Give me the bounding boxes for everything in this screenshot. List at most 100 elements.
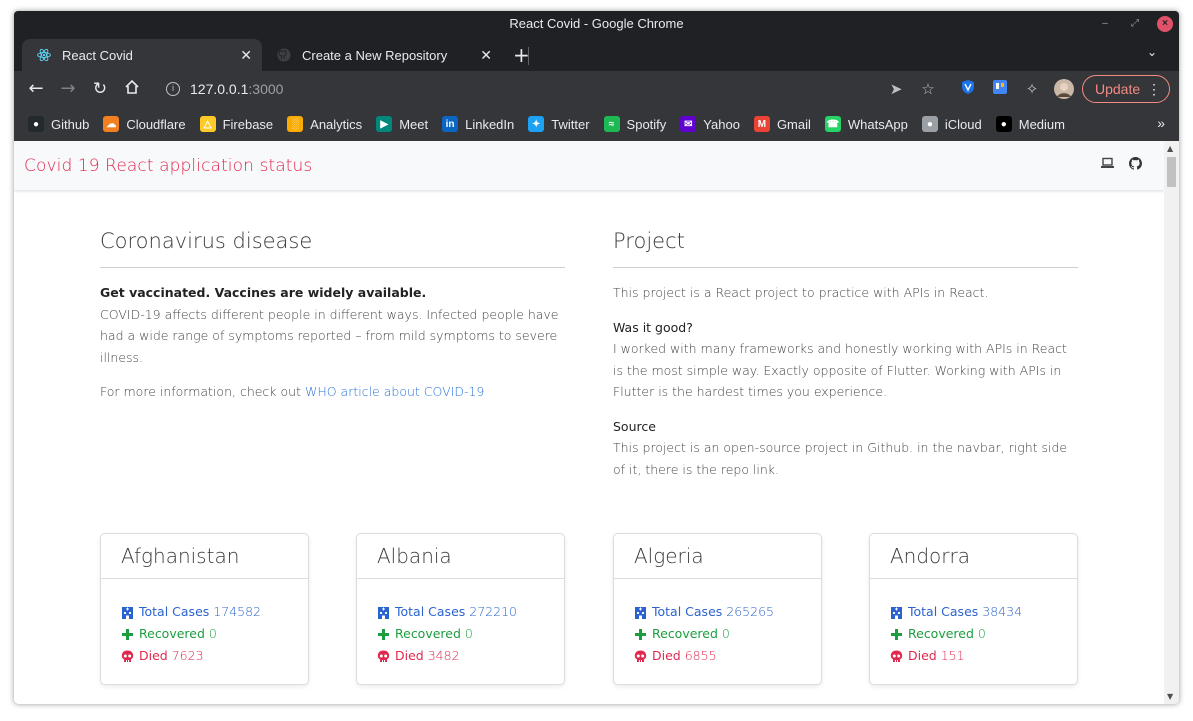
- title-bar: React Covid - Google Chrome – ⤢ ×: [14, 11, 1179, 37]
- hospital-icon: [377, 606, 390, 619]
- browser-toolbar: ← → ↻ i 127.0.0.1:3000 ➤ ☆ ✧ Update ⋮: [14, 71, 1179, 107]
- close-tab-icon[interactable]: ✕: [480, 47, 492, 64]
- covid-section: Coronavirus disease Get vaccinated. Vacc…: [100, 229, 565, 403]
- medium-icon: ●: [995, 116, 1012, 132]
- laptop-icon[interactable]: [1100, 157, 1114, 171]
- reload-icon[interactable]: ↻: [90, 79, 110, 99]
- yahoo-icon: ✉: [680, 116, 697, 132]
- update-button[interactable]: Update ⋮: [1082, 75, 1170, 103]
- avatar[interactable]: [1054, 79, 1074, 99]
- bookmark-label: Github: [51, 116, 90, 132]
- bookmark-label: Twitter: [551, 116, 590, 132]
- covid-lead: Get vaccinated. Vaccines are widely avai…: [100, 285, 427, 300]
- bookmark-cloudflare[interactable]: ☁ Cloudflare: [103, 116, 186, 132]
- new-tab-icon[interactable]: +: [513, 43, 530, 67]
- scroll-down-icon[interactable]: ▼: [1167, 692, 1173, 701]
- bookmark-meet[interactable]: ▶ Meet: [376, 116, 428, 132]
- send-icon[interactable]: ➤: [886, 79, 906, 99]
- died-row: Died 3482: [377, 645, 564, 667]
- bookmarks-bar: ● Github ☁ Cloudflare △ Firebase ░ Analytics ▶ Me…: [14, 107, 1179, 141]
- shield-extension-icon[interactable]: [958, 79, 978, 99]
- analytics-icon: ░: [287, 116, 304, 132]
- divider: [100, 267, 565, 268]
- died-label: Died: [652, 648, 681, 663]
- maximize-icon[interactable]: ⤢: [1127, 16, 1143, 32]
- bookmark-medium[interactable]: ● Medium: [995, 116, 1065, 132]
- bookmark-yahoo[interactable]: ✉ Yahoo: [680, 116, 740, 132]
- died-value: 6855: [684, 648, 717, 663]
- total-cases-label: Total Cases: [395, 604, 466, 619]
- browser-window: React Covid - Google Chrome – ⤢ × React …: [14, 11, 1179, 704]
- project-section: Project This project is a React project …: [613, 229, 1078, 480]
- firebase-icon: △: [199, 116, 216, 132]
- close-window-icon[interactable]: ×: [1157, 16, 1173, 32]
- gmail-icon: M: [753, 116, 770, 132]
- project-a1: I worked with many frameworks and honest…: [613, 341, 1067, 399]
- died-label: Died: [139, 648, 168, 663]
- bookmark-spotify[interactable]: ≈ Spotify: [603, 116, 667, 132]
- recovered-row: Recovered 0: [121, 623, 308, 645]
- covid-body: COVID-19 affects different people in dif…: [100, 306, 559, 365]
- scrollbar[interactable]: ▲ ▼: [1164, 141, 1179, 704]
- who-article-link[interactable]: WHO article about COVID-19: [305, 384, 484, 399]
- total-cases-row: Total Cases 265265: [634, 601, 821, 623]
- project-q2: Source: [613, 418, 656, 434]
- bookmark-whatsapp[interactable]: ☎ WhatsApp: [824, 116, 908, 132]
- board-extension-icon[interactable]: [990, 79, 1010, 99]
- divider: [613, 267, 1078, 268]
- menu-dots-icon[interactable]: ⋮: [1147, 76, 1161, 102]
- country-name: Algeria: [614, 534, 821, 579]
- bookmark-label: Gmail: [776, 116, 811, 132]
- bookmark-label: Firebase: [222, 116, 274, 132]
- star-icon[interactable]: ☆: [918, 79, 938, 99]
- plus-icon: [634, 628, 647, 641]
- forward-arrow-icon[interactable]: →: [58, 79, 78, 99]
- site-info-icon[interactable]: i: [166, 82, 180, 96]
- bookmark-firebase[interactable]: △ Firebase: [199, 116, 274, 132]
- chevron-down-icon[interactable]: ⌄: [1147, 45, 1157, 59]
- window-title: React Covid - Google Chrome: [509, 16, 684, 31]
- minimize-icon[interactable]: –: [1097, 16, 1113, 32]
- brand-title[interactable]: Covid 19 React application status: [24, 156, 312, 176]
- recovered-row: Recovered 0: [634, 623, 821, 645]
- recovered-label: Recovered: [908, 626, 974, 641]
- home-icon[interactable]: [122, 79, 142, 99]
- bookmark-analytics[interactable]: ░ Analytics: [287, 116, 362, 132]
- bookmark-label: Spotify: [626, 116, 667, 132]
- card-body: Total Cases 272210 Recovered 0 Died 3482: [357, 579, 564, 667]
- cloudflare-icon: ☁: [103, 116, 120, 132]
- scroll-thumb[interactable]: [1167, 157, 1176, 187]
- url-host: 127.0.0.1: [190, 81, 249, 97]
- covid-title: Coronavirus disease: [100, 229, 313, 253]
- country-name: Afghanistan: [101, 534, 308, 579]
- whatsapp-icon: ☎: [824, 116, 841, 132]
- total-cases-value: 272210: [469, 604, 517, 619]
- more-bookmarks-icon[interactable]: »: [1157, 115, 1165, 131]
- back-arrow-icon[interactable]: ←: [26, 79, 46, 99]
- total-cases-row: Total Cases 38434: [890, 601, 1077, 623]
- bookmark-twitter[interactable]: ✦ Twitter: [528, 116, 590, 132]
- country-card: Afghanistan Total Cases 174582 Recovered 0 Di…: [100, 533, 309, 685]
- total-cases-value: 265265: [726, 604, 774, 619]
- recovered-value: 0: [721, 626, 730, 641]
- scroll-up-icon[interactable]: ▲: [1167, 144, 1173, 153]
- close-tab-icon[interactable]: ✕: [240, 47, 252, 64]
- app-navbar: Covid 19 React application status: [14, 141, 1164, 190]
- bookmark-icloud[interactable]: ● iCloud: [921, 116, 982, 132]
- hospital-icon: [121, 606, 134, 619]
- bookmark-github[interactable]: ● Github: [28, 116, 89, 132]
- bookmark-gmail[interactable]: M Gmail: [753, 116, 811, 132]
- twitter-icon: ✦: [528, 116, 545, 132]
- recovered-row: Recovered 0: [890, 623, 1077, 645]
- tab-create-repository[interactable]: Create a New Repository ✕: [262, 39, 502, 71]
- card-body: Total Cases 38434 Recovered 0 Died 151: [870, 579, 1077, 667]
- tab-react-covid[interactable]: React Covid ✕: [22, 39, 262, 71]
- address-bar[interactable]: i 127.0.0.1:3000: [154, 75, 884, 103]
- hospital-icon: [890, 606, 903, 619]
- puzzle-extensions-icon[interactable]: ✧: [1022, 79, 1042, 99]
- bookmark-linkedin[interactable]: in LinkedIn: [442, 116, 514, 132]
- github-icon[interactable]: [1128, 157, 1142, 171]
- skull-icon: [121, 650, 134, 663]
- url-port: :3000: [248, 81, 284, 97]
- total-cases-label: Total Cases: [139, 604, 210, 619]
